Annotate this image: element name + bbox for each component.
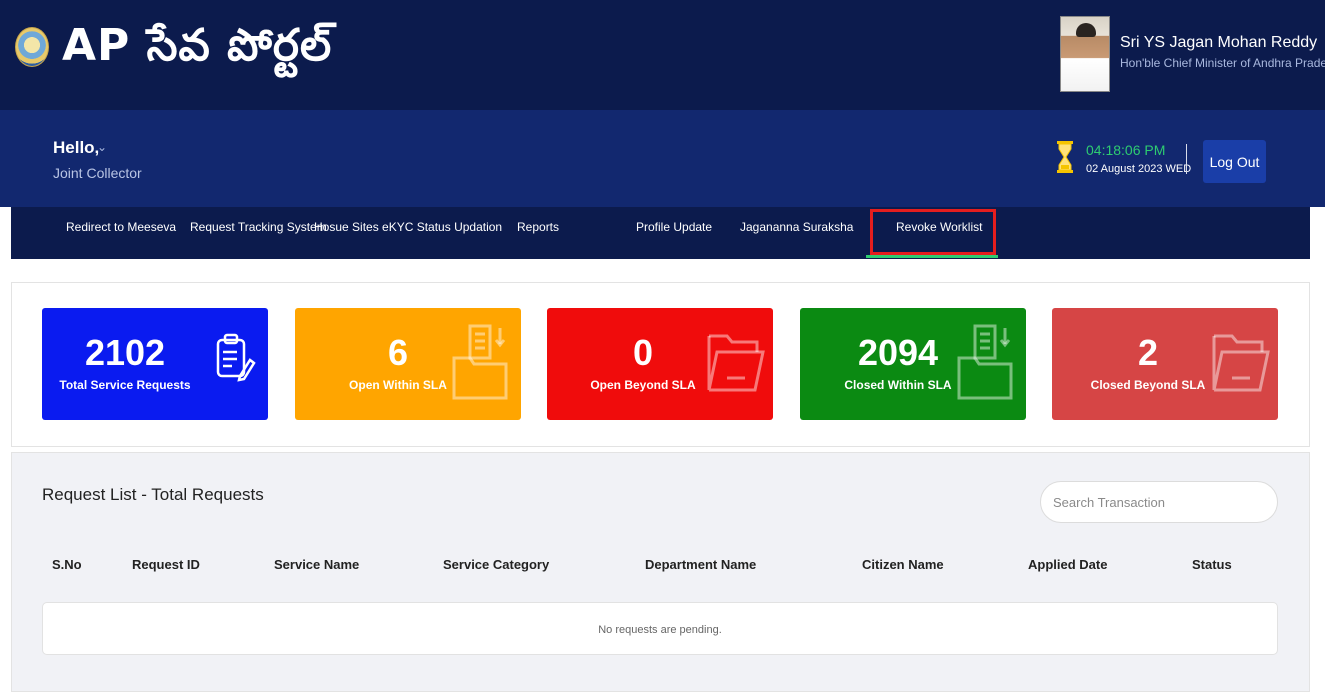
documents-folder-icon [957, 324, 1013, 400]
column-header-status: Status [1192, 557, 1232, 572]
column-header-department-name: Department Name [645, 557, 757, 572]
portal-logo-text[interactable]: AP సేవ పోర్టల్ [62, 20, 332, 82]
search-input[interactable] [1040, 481, 1278, 523]
stat-card-closed-within-sla[interactable]: 2094 Closed Within SLA [800, 308, 1026, 420]
stat-card-total[interactable]: 2102 Total Service Requests [42, 308, 268, 420]
stat-card-closed-beyond-sla[interactable]: 2 Closed Beyond SLA [1052, 308, 1278, 420]
empty-message: No requests are pending. [598, 624, 722, 636]
user-role: Joint Collector [53, 165, 142, 181]
nav-house-sites-ekyc[interactable]: Hosue Sites eKYC Status Updation [314, 220, 502, 234]
request-list-title: Request List - Total Requests [42, 485, 264, 504]
divider [1186, 144, 1187, 174]
column-header-service-category: Service Category [443, 557, 550, 572]
cm-title: Hon'ble Chief Minister of Andhra Pradesh [1120, 56, 1325, 70]
clock-date: 02 August 2023 WED [1086, 163, 1192, 175]
stat-card-open-beyond-sla[interactable]: 0 Open Beyond SLA [547, 308, 773, 420]
nav-jagananna-suraksha[interactable]: Jagananna Suraksha [740, 220, 853, 234]
active-nav-underline [866, 255, 998, 258]
chevron-down-icon[interactable]: ⌄ [97, 140, 107, 154]
ap-emblem-icon [15, 27, 49, 67]
user-bar [0, 110, 1325, 207]
user-greeting[interactable]: Hello, [53, 138, 99, 158]
column-header-sno: S.No [52, 557, 82, 572]
column-header-service-name: Service Name [274, 557, 360, 572]
stat-card-open-within-sla[interactable]: 6 Open Within SLA [295, 308, 521, 420]
table-empty-row: No requests are pending. [42, 602, 1278, 655]
column-header-citizen-name: Citizen Name [862, 557, 944, 572]
nav-reports[interactable]: Reports [517, 220, 559, 234]
hourglass-icon [1057, 141, 1073, 173]
column-header-request-id: Request ID [132, 557, 200, 572]
stat-value: 2102 [84, 332, 166, 373]
clock-time: 04:18:06 PM [1086, 142, 1166, 158]
logout-button[interactable]: Log Out [1203, 140, 1266, 183]
documents-folder-icon [452, 324, 508, 400]
folder-icon [1212, 334, 1270, 392]
cm-photo [1060, 16, 1110, 92]
folder-icon [707, 334, 765, 392]
cm-name: Sri YS Jagan Mohan Reddy [1120, 34, 1318, 51]
active-nav-highlight [870, 209, 996, 255]
column-header-applied-date: Applied Date [1028, 557, 1108, 572]
nav-request-tracking[interactable]: Request Tracking System [190, 220, 327, 234]
nav-profile-update[interactable]: Profile Update [636, 220, 712, 234]
nav-redirect-meeseva[interactable]: Redirect to Meeseva [66, 220, 176, 234]
stat-label: Total Service Requests [59, 378, 191, 392]
clipboard-icon [216, 333, 256, 382]
